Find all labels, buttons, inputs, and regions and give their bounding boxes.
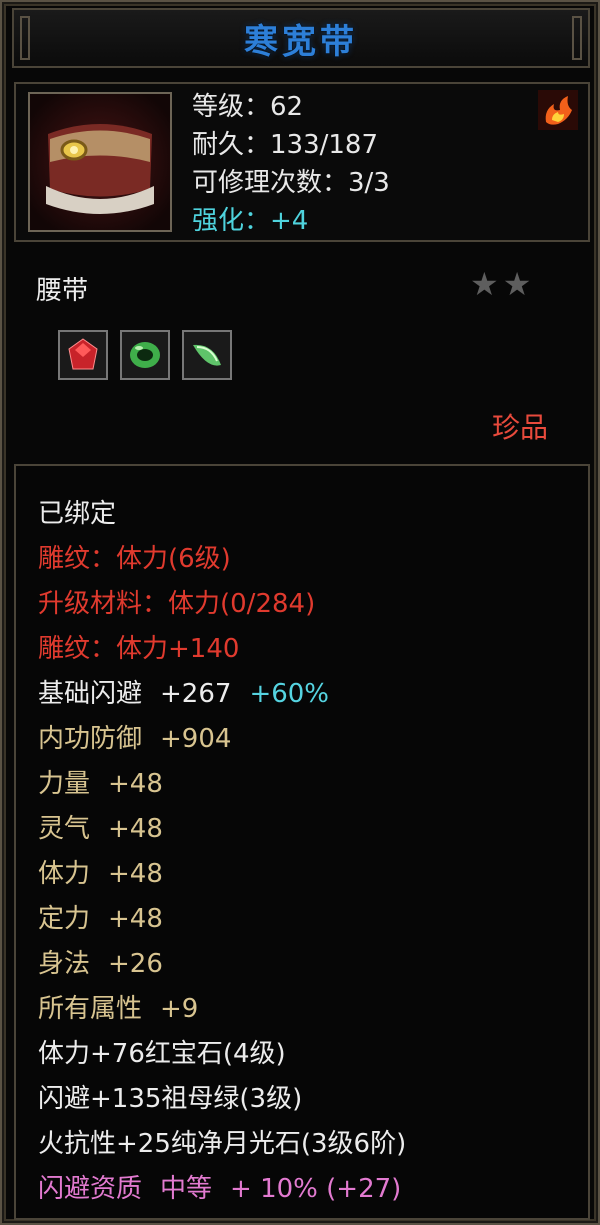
spirit-value: +48: [108, 814, 163, 844]
bound-status: 已绑定: [38, 499, 117, 529]
attributes-box: 已绑定 雕纹：体力(6级) 升级材料：体力(0/284) 雕纹：体力+140 基…: [14, 464, 590, 1220]
vitality-name: 体力: [38, 859, 91, 889]
attribute-list: 已绑定 雕纹：体力(6级) 升级材料：体力(0/284) 雕纹：体力+140 基…: [38, 492, 406, 1212]
gem-slot-1[interactable]: [58, 330, 108, 380]
item-type-label: 腰带: [36, 276, 89, 306]
focus-value: +48: [108, 904, 163, 934]
dodge-percent: +60%: [249, 679, 330, 709]
all-attributes-value: +9: [160, 994, 199, 1024]
title-ornament-right: [572, 16, 582, 60]
engrave-bonus-line: 雕纹：体力+140: [38, 634, 240, 664]
gem-slots: [58, 330, 232, 380]
quality-line: 闪避资质 中等 + 10% (+27): [38, 1167, 406, 1212]
focus-name: 定力: [38, 904, 91, 934]
strength-value: +48: [108, 769, 163, 799]
item-info-box: 等级：62 耐久：133/187 可修理次数：3/3 强化：+4: [14, 82, 590, 242]
agility-name: 身法: [38, 949, 91, 979]
vitality-value: +48: [108, 859, 163, 889]
emerald-gem-icon: [130, 342, 160, 368]
moonstone-gem-icon: [193, 344, 221, 366]
repair-count-text: 可修理次数：3/3: [192, 168, 390, 198]
inner-defense-value: +904: [160, 724, 232, 754]
rarity-label: 珍品: [492, 411, 549, 444]
gem-bonus-line-2: 闪避+135祖母绿(3级): [38, 1084, 303, 1114]
all-attributes-line: 所有属性 +9: [38, 987, 406, 1032]
dodge-name: 基础闪避: [38, 679, 143, 709]
item-title: 寒宽带: [244, 21, 358, 62]
dodge-line: 基础闪避 +267 +60%: [38, 672, 406, 717]
gem-bonus-line-1: 体力+76红宝石(4级): [38, 1039, 286, 1069]
durability-text: 耐久：133/187: [192, 130, 379, 160]
vitality-line: 体力 +48: [38, 852, 406, 897]
belt-item-icon: [28, 92, 172, 232]
level-text: 等级：62: [192, 92, 304, 122]
gem-slot-2[interactable]: [120, 330, 170, 380]
all-attributes-name: 所有属性: [38, 994, 143, 1024]
quality-name: 闪避资质: [38, 1174, 143, 1204]
upgrade-material-line: 升级材料：体力(0/284): [38, 589, 316, 619]
ruby-gem-icon: [68, 338, 98, 370]
enhance-text: 强化：+4: [192, 206, 309, 236]
gem-bonus-line-3: 火抗性+25纯净月光石(3级6阶): [38, 1129, 407, 1159]
strength-line: 力量 +48: [38, 762, 406, 807]
agility-value: +26: [108, 949, 163, 979]
strength-name: 力量: [38, 769, 91, 799]
agility-line: 身法 +26: [38, 942, 406, 987]
title-ornament-left: [20, 16, 30, 60]
spirit-line: 灵气 +48: [38, 807, 406, 852]
star-icon: ★: [502, 265, 532, 303]
spirit-name: 灵气: [38, 814, 91, 844]
inner-defense-name: 内功防御: [38, 724, 143, 754]
star-icon: ★: [470, 265, 499, 303]
fire-element-icon: [538, 90, 578, 130]
dodge-value: +267: [160, 679, 232, 709]
star-rating: ★ ★: [470, 268, 531, 300]
quality-grade: 中等: [160, 1174, 213, 1204]
inner-defense-line: 内功防御 +904: [38, 717, 406, 762]
title-bar: 寒宽带: [12, 8, 590, 68]
item-stats: 等级：62 耐久：133/187 可修理次数：3/3 强化：+4: [192, 88, 390, 240]
focus-line: 定力 +48: [38, 897, 406, 942]
quality-bonus: + 10% (+27): [230, 1174, 402, 1204]
gem-slot-3[interactable]: [182, 330, 232, 380]
engrave-line: 雕纹：体力(6级): [38, 544, 231, 574]
item-tooltip: 寒宽带 等级：62 耐久：133/187 可修理次数：3/3 强化：+4 腰带 …: [0, 0, 600, 1225]
